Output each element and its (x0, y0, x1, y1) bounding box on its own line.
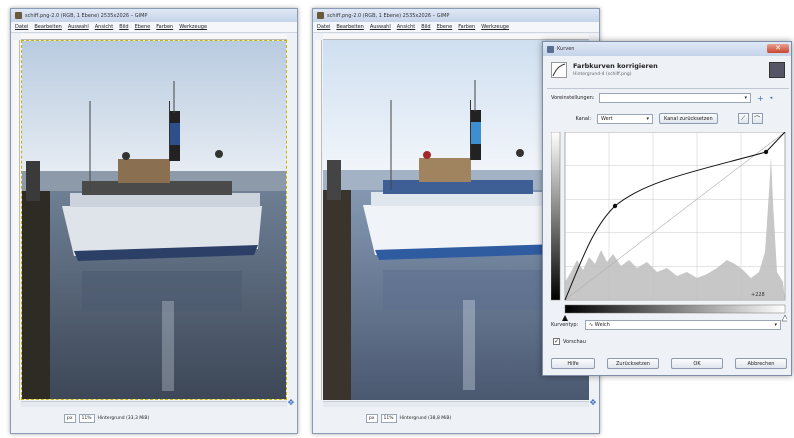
image-canvas[interactable] (21, 40, 287, 400)
menu-werkzeuge[interactable]: Werkzeuge (179, 24, 207, 30)
menu-bild[interactable]: Bild (421, 24, 430, 30)
curves-dialog: Kurven ✕ Farbkurven korrigieren Hintergr… (542, 41, 792, 376)
presets-label: Voreinstellungen: (551, 95, 595, 101)
presets-row: Voreinstellungen: ▾ + ◂ (551, 93, 785, 103)
vertical-ruler (13, 40, 20, 400)
dialog-titlebar[interactable]: Kurven (543, 42, 791, 56)
curve-type-row: Kurventyp: ∿ Weich ▾ (551, 320, 785, 330)
layer-status: Hintergrund (33,3 MiB) (97, 415, 150, 421)
close-icon[interactable]: ✕ (767, 44, 789, 53)
chevron-down-icon: ▾ (744, 95, 747, 101)
dialog-subheading: Hintergrund-4 (schiff.png) (573, 72, 632, 77)
gimp-icon (15, 12, 22, 19)
dialog-title: Kurven (557, 46, 575, 52)
left-window-titlebar[interactable]: schiff.png-2.0 (RGB, 1 Ebene) 2535x2026 … (11, 9, 297, 22)
left-statusbar: px 11% Hintergrund (33,3 MiB) (61, 411, 291, 425)
chevron-down-icon: ▾ (774, 322, 777, 328)
reset-channel-button[interactable]: Kanal zurücksetzen (659, 113, 718, 124)
reset-button[interactable]: Zurücksetzen (607, 358, 659, 369)
curves-icon (551, 62, 567, 78)
vertical-ruler (315, 40, 322, 400)
left-window-title: schiff.png-2.0 (RGB, 1 Ebene) 2535x2026 … (25, 12, 148, 19)
smooth-curve-icon: ∿ (589, 322, 594, 328)
dialog-heading: Farbkurven korrigieren (573, 62, 658, 70)
value-readout: +228 (751, 292, 765, 298)
ship-photo-original (22, 41, 286, 399)
right-menubar: Datei Bearbeiten Auswahl Ansicht Bild Eb… (313, 22, 599, 33)
menu-bearbeiten[interactable]: Bearbeiten (34, 24, 61, 30)
menu-farben[interactable]: Farben (156, 24, 173, 30)
navigate-icon[interactable]: ✥ (287, 399, 295, 407)
zoom-select[interactable]: 11% (380, 413, 397, 423)
channel-label: Kanal: (575, 115, 591, 122)
add-preset-icon[interactable]: + (757, 94, 764, 103)
menu-datei[interactable]: Datei (317, 24, 330, 30)
dialog-header: Farbkurven korrigieren Hintergrund-4 (sc… (551, 60, 785, 86)
curve-type-label: Kurventyp: (551, 322, 579, 328)
ok-button[interactable]: OK (671, 358, 723, 369)
curve-type-value: Weich (594, 322, 610, 328)
menu-farben[interactable]: Farben (458, 24, 475, 30)
channel-value: Wert (601, 115, 613, 122)
curve-point-low[interactable] (612, 203, 618, 209)
left-menubar: Datei Bearbeiten Auswahl Ansicht Bild Eb… (11, 22, 297, 33)
preview-label: Vorschau (563, 338, 586, 345)
zoom-select[interactable]: 11% (78, 413, 95, 423)
navigate-icon[interactable]: ✥ (589, 399, 597, 407)
menu-datei[interactable]: Datei (15, 24, 28, 30)
menu-ansicht[interactable]: Ansicht (95, 24, 113, 30)
chevron-down-icon: ▾ (646, 115, 649, 122)
channel-combo[interactable]: Wert ▾ (597, 113, 653, 124)
help-button[interactable]: Hilfe (551, 358, 595, 369)
gimp-icon (317, 12, 324, 19)
unit-select[interactable]: px (366, 413, 378, 423)
left-image-window: schiff.png-2.0 (RGB, 1 Ebene) 2535x2026 … (10, 8, 298, 434)
cancel-button[interactable]: Abbrechen (735, 358, 787, 369)
menu-ansicht[interactable]: Ansicht (397, 24, 415, 30)
preview-checkbox[interactable]: ✓ (553, 338, 560, 345)
curves-tool-icon (547, 45, 554, 53)
button-row: Hilfe Zurücksetzen OK Abbrechen (551, 358, 787, 369)
unit-select[interactable]: px (64, 413, 76, 423)
preview-row: ✓ Vorschau (553, 338, 586, 345)
channel-row: Kanal: Wert ▾ Kanal zurücksetzen ⟋ ⌒ (551, 113, 785, 124)
right-window-title: schiff.png-2.0 (RGB, 1 Ebene) 2535x2026 … (327, 12, 450, 19)
horizontal-scrollbar[interactable] (21, 401, 287, 407)
curve-point-high[interactable] (763, 149, 769, 155)
right-statusbar: px 11% Hintergrund (38,8 MiB) (363, 411, 593, 425)
menu-bearbeiten[interactable]: Bearbeiten (336, 24, 363, 30)
menu-werkzeuge[interactable]: Werkzeuge (481, 24, 509, 30)
menu-auswahl[interactable]: Auswahl (370, 24, 391, 30)
menu-ebene[interactable]: Ebene (437, 24, 453, 30)
layer-status: Hintergrund (38,8 MiB) (399, 415, 452, 421)
menu-auswahl[interactable]: Auswahl (68, 24, 89, 30)
presets-combo[interactable]: ▾ (599, 93, 751, 103)
menu-ebene[interactable]: Ebene (135, 24, 151, 30)
menu-bild[interactable]: Bild (119, 24, 128, 30)
header-separator (547, 88, 789, 89)
curve-type-combo[interactable]: ∿ Weich ▾ (585, 320, 781, 330)
horizontal-scrollbar[interactable] (323, 401, 589, 407)
log-histogram-button[interactable]: ⌒ (751, 113, 763, 124)
linear-histogram-button[interactable]: ⟋ (737, 113, 749, 124)
image-thumbnail (769, 62, 785, 78)
preset-menu-icon[interactable]: ◂ (770, 95, 773, 101)
right-window-titlebar[interactable]: schiff.png-2.0 (RGB, 1 Ebene) 2535x2026 … (313, 9, 599, 22)
